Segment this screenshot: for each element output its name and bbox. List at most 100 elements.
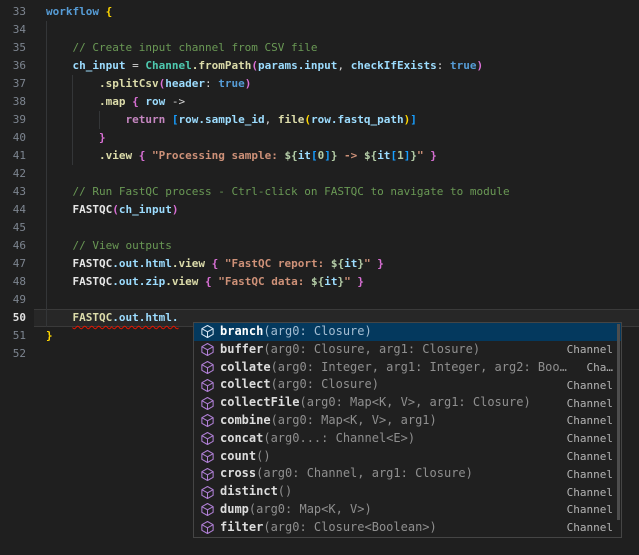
code-text: } (26, 129, 639, 147)
symbol-method-icon (200, 324, 215, 339)
suggest-item-return-type: Channel (567, 432, 613, 445)
code-line[interactable]: 39 return [row.sample_id, file(row.fastq… (0, 111, 639, 129)
suggest-item-return-type: Channel (567, 468, 613, 481)
code-line[interactable]: 33workflow { (0, 3, 639, 21)
line-number[interactable]: 38 (0, 93, 26, 111)
code-line[interactable]: 46 // View outputs (0, 237, 639, 255)
code-line[interactable]: 40 } (0, 129, 639, 147)
symbol-method-icon (200, 502, 215, 517)
code-text (26, 165, 639, 183)
suggest-scrollbar-thumb[interactable] (617, 324, 620, 520)
suggest-item-return-type: Channel (567, 379, 613, 392)
suggest-widget: branch(arg0: Closure)buffer(arg0: Closur… (193, 322, 622, 538)
line-number[interactable]: 39 (0, 111, 26, 129)
suggest-item-collect[interactable]: collect(arg0: Closure) Channel (194, 376, 621, 394)
symbol-method-icon (200, 360, 215, 375)
suggest-item-filter[interactable]: filter(arg0: Closure<Boolean>)Channel (194, 519, 621, 537)
code-text: .map { row -> (26, 93, 639, 111)
symbol-method-icon (200, 396, 215, 411)
suggest-item-label: branch(arg0: Closure) (220, 323, 603, 341)
code-text: // Run FastQC process - Ctrl-click on FA… (26, 183, 639, 201)
suggest-item-label: distinct() (220, 483, 557, 501)
line-number[interactable]: 46 (0, 237, 26, 255)
suggest-item-dump[interactable]: dump(arg0: Map<K, V>) Channel (194, 501, 621, 519)
suggest-item-collectFile[interactable]: collectFile(arg0: Map<K, V>, arg1: Closu… (194, 394, 621, 412)
suggest-list: branch(arg0: Closure)buffer(arg0: Closur… (194, 323, 621, 537)
suggest-item-label: count() (220, 448, 557, 466)
code-text: workflow { (26, 3, 639, 21)
code-text (26, 21, 639, 39)
symbol-method-icon (200, 431, 215, 446)
line-number[interactable]: 52 (0, 345, 26, 363)
code-text (26, 291, 639, 309)
code-line[interactable]: 35 // Create input channel from CSV file (0, 39, 639, 57)
line-number[interactable]: 40 (0, 129, 26, 147)
suggest-item-label: collect(arg0: Closure) (220, 376, 557, 394)
code-text: ch_input = Channel.fromPath(params.input… (26, 57, 639, 75)
suggest-item-branch[interactable]: branch(arg0: Closure) (194, 323, 621, 341)
suggest-item-return-type: Channel (567, 343, 613, 356)
error-squiggle: FASTQC.out.html. (73, 311, 179, 324)
symbol-method-icon (200, 485, 215, 500)
code-line[interactable]: 34 (0, 21, 639, 39)
suggest-item-label: combine(arg0: Map<K, V>, arg1) (220, 412, 557, 430)
suggest-item-return-type: Cha… (587, 361, 614, 374)
code-line[interactable]: 38 .map { row -> (0, 93, 639, 111)
code-text: .view { "Processing sample: ${it[0]} -> … (26, 147, 639, 165)
suggest-item-return-type: Channel (567, 486, 613, 499)
symbol-method-icon (200, 520, 215, 535)
line-number[interactable]: 51 (0, 327, 26, 345)
suggest-item-distinct[interactable]: distinct() Channel (194, 483, 621, 501)
line-number[interactable]: 41 (0, 147, 26, 165)
symbol-method-icon (200, 449, 215, 464)
line-number[interactable]: 44 (0, 201, 26, 219)
line-number[interactable]: 49 (0, 291, 26, 309)
symbol-method-icon (200, 342, 215, 357)
line-number[interactable]: 33 (0, 3, 26, 21)
code-line[interactable]: 47 FASTQC.out.html.view { "FastQC report… (0, 255, 639, 273)
code-line[interactable]: 49 (0, 291, 639, 309)
suggest-item-concat[interactable]: concat(arg0...: Channel<E>) Channel (194, 430, 621, 448)
suggest-item-label: filter(arg0: Closure<Boolean>) (220, 519, 557, 537)
line-number[interactable]: 48 (0, 273, 26, 291)
suggest-item-return-type: Channel (567, 503, 613, 516)
suggest-item-return-type: Channel (567, 414, 613, 427)
line-number[interactable]: 45 (0, 219, 26, 237)
line-number[interactable]: 47 (0, 255, 26, 273)
line-number[interactable]: 37 (0, 75, 26, 93)
suggest-item-label: buffer(arg0: Closure, arg1: Closure) (220, 341, 557, 359)
code-line[interactable]: 44 FASTQC(ch_input) (0, 201, 639, 219)
code-line[interactable]: 41 .view { "Processing sample: ${it[0]} … (0, 147, 639, 165)
line-number[interactable]: 43 (0, 183, 26, 201)
code-line[interactable]: 48 FASTQC.out.zip.view { "FastQC data: $… (0, 273, 639, 291)
symbol-method-icon (200, 467, 215, 482)
suggest-item-label: collectFile(arg0: Map<K, V>, arg1: Closu… (220, 394, 557, 412)
suggest-item-cross[interactable]: cross(arg0: Channel, arg1: Closure) Chann… (194, 465, 621, 483)
code-text: FASTQC.out.zip.view { "FastQC data: ${it… (26, 273, 639, 291)
code-text: // Create input channel from CSV file (26, 39, 639, 57)
suggest-item-label: concat(arg0...: Channel<E>) (220, 430, 557, 448)
line-number[interactable]: 50 (0, 309, 26, 327)
suggest-item-combine[interactable]: combine(arg0: Map<K, V>, arg1) Channel (194, 412, 621, 430)
code-text: // View outputs (26, 237, 639, 255)
line-number[interactable]: 36 (0, 57, 26, 75)
symbol-method-icon (200, 413, 215, 428)
code-line[interactable]: 45 (0, 219, 639, 237)
code-text: FASTQC.out.html.view { "FastQC report: $… (26, 255, 639, 273)
code-line[interactable]: 36 ch_input = Channel.fromPath(params.in… (0, 57, 639, 75)
code-line[interactable]: 43 // Run FastQC process - Ctrl-click on… (0, 183, 639, 201)
code-line[interactable]: 37 .splitCsv(header: true) (0, 75, 639, 93)
line-number[interactable]: 35 (0, 39, 26, 57)
symbol-method-icon (200, 378, 215, 393)
line-number[interactable]: 42 (0, 165, 26, 183)
suggest-item-collate[interactable]: collate(arg0: Integer, arg1: Integer, ar… (194, 359, 621, 377)
code-text (26, 219, 639, 237)
vscode-editor-window: 33workflow {3435 // Create input channel… (0, 0, 639, 555)
code-line[interactable]: 42 (0, 165, 639, 183)
suggest-item-label: collate(arg0: Integer, arg1: Integer, ar… (220, 359, 577, 377)
line-number[interactable]: 34 (0, 21, 26, 39)
suggest-item-label: cross(arg0: Channel, arg1: Closure) (220, 465, 557, 483)
suggest-item-label: dump(arg0: Map<K, V>) (220, 501, 557, 519)
suggest-item-count[interactable]: count()Channel (194, 448, 621, 466)
suggest-item-buffer[interactable]: buffer(arg0: Closure, arg1: Closure) Chan… (194, 341, 621, 359)
